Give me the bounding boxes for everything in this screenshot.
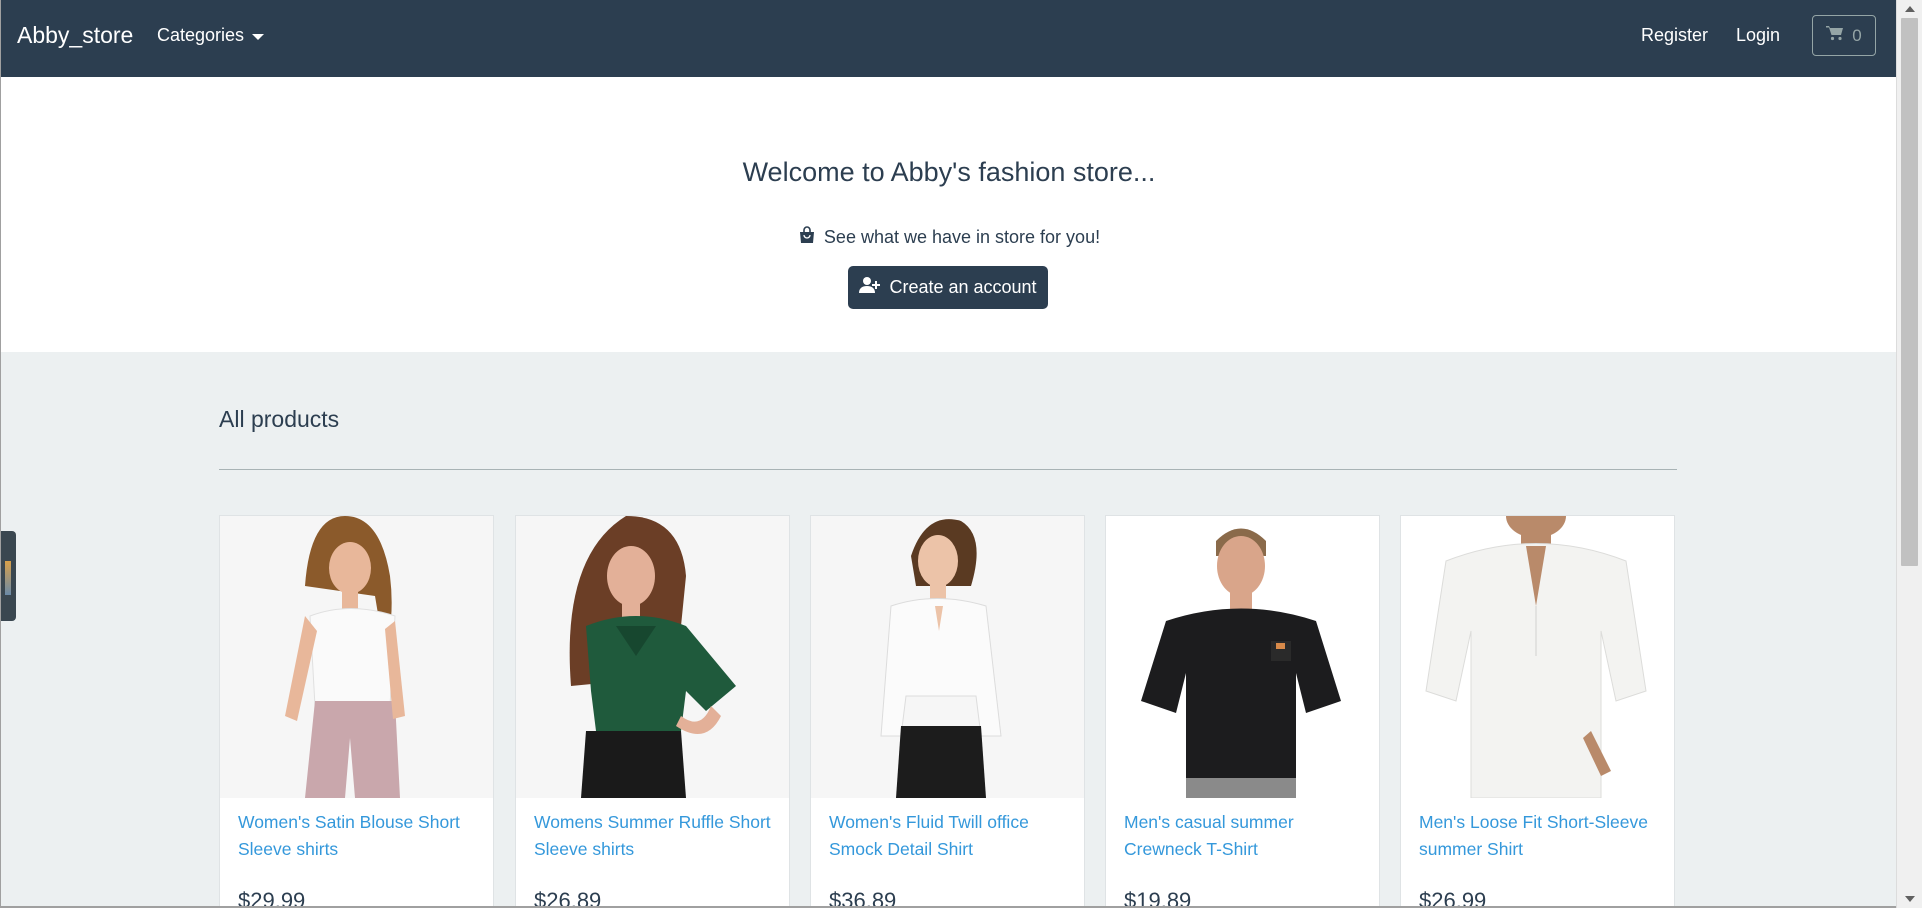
product-card[interactable]: Men's casual summer Crewneck T-Shirt $19… [1105,515,1380,908]
shopping-cart-icon [1826,25,1844,46]
cart-button[interactable]: 0 [1812,15,1876,56]
white-office-shirt-photo-icon [811,516,1084,798]
product-name-link[interactable]: Womens Summer Ruffle Short Sleeve shirts [534,809,779,863]
product-card[interactable]: Womens Summer Ruffle Short Sleeve shirts… [515,515,790,908]
product-price: $29.99 [238,888,306,908]
caret-down-icon [252,33,265,40]
products-section: All products Women's Satin Blouse Short … [1,352,1896,908]
create-account-button[interactable]: Create an account [848,266,1048,309]
green-blouse-photo-icon [516,516,789,798]
product-name-link[interactable]: Women's Satin Blouse Short Sleeve shirts [238,809,483,863]
section-divider [219,469,1677,470]
black-tshirt-photo-icon [1106,516,1379,798]
scroll-down-button[interactable] [1897,890,1922,908]
product-name-link[interactable]: Men's casual summer Crewneck T-Shirt [1124,809,1369,863]
white-linen-shirt-photo-icon [1401,516,1674,798]
hero-subtitle: See what we have in store for you! [823,227,1101,247]
categories-dropdown[interactable]: Categories [157,25,265,46]
register-link[interactable]: Register [1641,25,1708,46]
vertical-scrollbar[interactable] [1896,0,1922,908]
scroll-down-arrow-icon [1905,896,1915,902]
product-image[interactable] [220,516,493,798]
login-link[interactable]: Login [1736,25,1780,46]
scroll-up-arrow-icon [1905,6,1915,12]
product-name-link[interactable]: Women's Fluid Twill office Smock Detail … [829,809,1074,863]
page: Abby_store Categories Register Login 0 W… [0,0,1896,908]
product-price: $26.99 [1419,888,1487,908]
scrollbar-thumb[interactable] [1901,18,1918,566]
product-image[interactable] [516,516,789,798]
side-widget-icon [5,561,11,595]
side-widget-tab[interactable] [1,531,16,621]
cart-count: 0 [1852,25,1862,45]
create-account-label: Create an account [889,277,1037,297]
product-image[interactable] [1401,516,1674,798]
product-price: $36.89 [829,888,897,908]
section-title: All products [219,406,340,432]
shopping-bag-icon [798,226,816,249]
product-image[interactable] [811,516,1084,798]
scroll-up-button[interactable] [1897,0,1922,18]
brand-link[interactable]: Abby_store [17,22,133,49]
hero-subtitle-row: See what we have in store for you! [1,226,1896,249]
hero-section: Welcome to Abby's fashion store... See w… [1,77,1896,352]
product-image[interactable] [1106,516,1379,798]
hero-title: Welcome to Abby's fashion store... [742,157,1156,187]
top-navbar: Abby_store Categories Register Login 0 [1,0,1896,77]
product-price: $26.89 [534,888,602,908]
product-name-link[interactable]: Men's Loose Fit Short-Sleeve summer Shir… [1419,809,1664,863]
product-card[interactable]: Women's Satin Blouse Short Sleeve shirts… [219,515,494,908]
user-plus-icon [859,276,881,299]
categories-label: Categories [157,25,245,45]
product-price: $19.89 [1124,888,1192,908]
product-card[interactable]: Men's Loose Fit Short-Sleeve summer Shir… [1400,515,1675,908]
white-blouse-photo-icon [220,516,493,798]
product-card[interactable]: Women's Fluid Twill office Smock Detail … [810,515,1085,908]
